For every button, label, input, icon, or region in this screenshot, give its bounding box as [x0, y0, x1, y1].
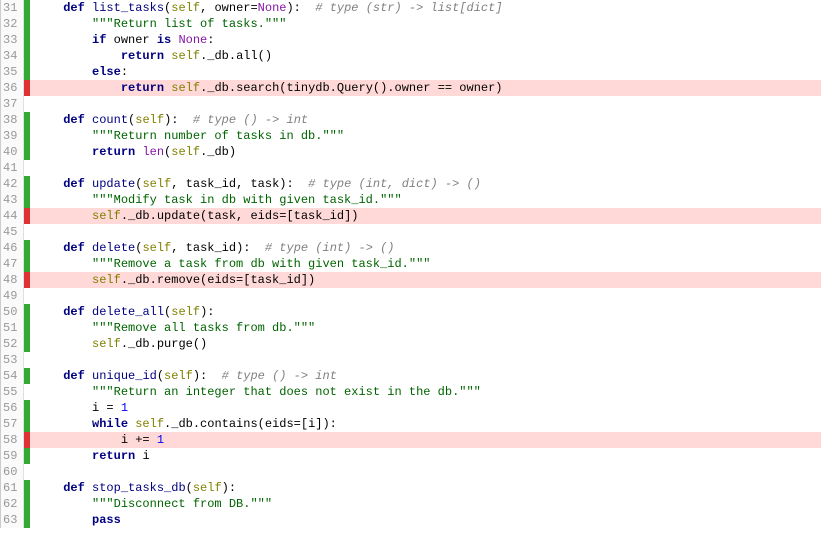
line-number: 40: [1, 144, 19, 160]
code-line[interactable]: [30, 224, 821, 240]
line-number-gutter: 3132333435363738394041424344454647484950…: [1, 0, 24, 528]
line-number: 63: [1, 512, 19, 528]
code-line[interactable]: """Remove a task from db with given task…: [30, 256, 821, 272]
code-line[interactable]: pass: [30, 512, 821, 528]
line-number: 56: [1, 400, 19, 416]
code-line[interactable]: def update(self, task_id, task): # type …: [30, 176, 821, 192]
line-number: 43: [1, 192, 19, 208]
line-number: 53: [1, 352, 19, 368]
line-number: 34: [1, 48, 19, 64]
code-line[interactable]: def delete_all(self):: [30, 304, 821, 320]
code-line[interactable]: while self._db.contains(eids=[i]):: [30, 416, 821, 432]
line-number: 47: [1, 256, 19, 272]
line-number: 59: [1, 448, 19, 464]
code-line[interactable]: i = 1: [30, 400, 821, 416]
line-number: 62: [1, 496, 19, 512]
line-number: 51: [1, 320, 19, 336]
line-number: 48: [1, 272, 19, 288]
line-number: 49: [1, 288, 19, 304]
code-line[interactable]: """Return an integer that does not exist…: [30, 384, 821, 400]
line-number: 35: [1, 64, 19, 80]
line-number: 33: [1, 32, 19, 48]
code-container: 3132333435363738394041424344454647484950…: [0, 0, 821, 528]
code-line[interactable]: self._db.remove(eids=[task_id]): [30, 272, 821, 288]
line-number: 57: [1, 416, 19, 432]
code-line[interactable]: def stop_tasks_db(self):: [30, 480, 821, 496]
line-number: 32: [1, 16, 19, 32]
code-line[interactable]: """Return list of tasks.""": [30, 16, 821, 32]
line-number: 37: [1, 96, 19, 112]
line-number: 38: [1, 112, 19, 128]
line-number: 36: [1, 80, 19, 96]
code-line[interactable]: [30, 352, 821, 368]
line-number: 58: [1, 432, 19, 448]
code-line[interactable]: def unique_id(self): # type () -> int: [30, 368, 821, 384]
code-line[interactable]: return len(self._db): [30, 144, 821, 160]
code-line[interactable]: """Disconnect from DB.""": [30, 496, 821, 512]
code-line[interactable]: [30, 96, 821, 112]
line-number: 46: [1, 240, 19, 256]
line-number: 54: [1, 368, 19, 384]
code-line[interactable]: def delete(self, task_id): # type (int) …: [30, 240, 821, 256]
code-line[interactable]: def count(self): # type () -> int: [30, 112, 821, 128]
line-number: 42: [1, 176, 19, 192]
line-number: 61: [1, 480, 19, 496]
code-line[interactable]: return self._db.all(): [30, 48, 821, 64]
code-line[interactable]: [30, 160, 821, 176]
code-line[interactable]: if owner is None:: [30, 32, 821, 48]
code-area[interactable]: def list_tasks(self, owner=None): # type…: [30, 0, 821, 528]
code-line[interactable]: def list_tasks(self, owner=None): # type…: [30, 0, 821, 16]
line-number: 41: [1, 160, 19, 176]
code-line[interactable]: self._db.purge(): [30, 336, 821, 352]
code-line[interactable]: return self._db.search(tinydb.Query().ow…: [30, 80, 821, 96]
code-line[interactable]: """Remove all tasks from db.""": [30, 320, 821, 336]
code-line[interactable]: [30, 288, 821, 304]
code-line[interactable]: else:: [30, 64, 821, 80]
line-number: 60: [1, 464, 19, 480]
code-line[interactable]: """Return number of tasks in db.""": [30, 128, 821, 144]
code-line[interactable]: i += 1: [30, 432, 821, 448]
code-line[interactable]: return i: [30, 448, 821, 464]
line-number: 52: [1, 336, 19, 352]
line-number: 55: [1, 384, 19, 400]
code-line[interactable]: [30, 464, 821, 480]
line-number: 31: [1, 0, 19, 16]
code-line[interactable]: self._db.update(task, eids=[task_id]): [30, 208, 821, 224]
code-line[interactable]: """Modify task in db with given task_id.…: [30, 192, 821, 208]
line-number: 50: [1, 304, 19, 320]
line-number: 39: [1, 128, 19, 144]
line-number: 45: [1, 224, 19, 240]
line-number: 44: [1, 208, 19, 224]
